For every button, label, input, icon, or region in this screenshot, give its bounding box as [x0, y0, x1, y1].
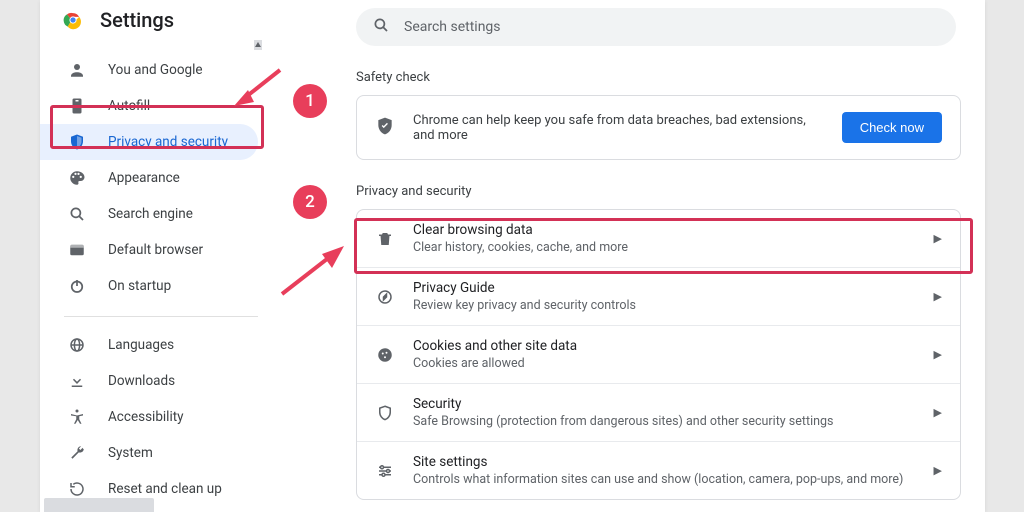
row-site-settings[interactable]: Site settings Controls what information …: [357, 441, 960, 499]
sidebar: You and Google Autofill Privacy and secu…: [40, 44, 258, 507]
row-title: Site settings: [413, 454, 916, 470]
sidebar-item-label: Default browser: [108, 242, 203, 258]
row-security[interactable]: Security Safe Browsing (protection from …: [357, 383, 960, 441]
trash-icon: [375, 229, 395, 249]
header: Settings: [62, 8, 174, 32]
check-now-button[interactable]: Check now: [842, 112, 942, 143]
safety-check-text: Chrome can help keep you safe from data …: [413, 113, 824, 143]
sidebar-item-system[interactable]: System: [40, 435, 258, 471]
row-subtitle: Controls what information sites can use …: [413, 472, 916, 487]
chrome-logo-icon: [62, 9, 84, 31]
sidebar-item-label: Privacy and security: [108, 134, 228, 150]
sidebar-item-label: Reset and clean up: [108, 481, 222, 497]
sidebar-item-on-startup[interactable]: On startup: [40, 268, 258, 304]
page-title: Settings: [100, 8, 174, 32]
shield-check-icon: [375, 116, 395, 140]
row-subtitle: Cookies are allowed: [413, 356, 916, 371]
accessibility-icon: [68, 408, 86, 426]
sidebar-item-label: Search engine: [108, 206, 193, 222]
sidebar-item-downloads[interactable]: Downloads: [40, 363, 258, 399]
sidebar-item-label: Downloads: [108, 373, 175, 389]
safety-check-card: Chrome can help keep you safe from data …: [356, 95, 961, 160]
sidebar-item-default-browser[interactable]: Default browser: [40, 232, 258, 268]
sidebar-item-appearance[interactable]: Appearance: [40, 160, 258, 196]
status-bar-fragment: [44, 498, 154, 512]
row-clear-browsing-data[interactable]: Clear browsing data Clear history, cooki…: [357, 210, 960, 267]
sidebar-item-label: Languages: [108, 337, 174, 353]
globe-icon: [68, 336, 86, 354]
clipboard-icon: [68, 97, 86, 115]
browser-icon: [68, 241, 86, 259]
sidebar-item-label: Autofill: [108, 98, 150, 114]
row-cookies[interactable]: Cookies and other site data Cookies are …: [357, 325, 960, 383]
download-icon: [68, 372, 86, 390]
chevron-right-icon: ▶: [934, 232, 942, 245]
safety-check-heading: Safety check: [356, 70, 976, 85]
tune-icon: [375, 461, 395, 481]
restore-icon: [68, 480, 86, 498]
row-subtitle: Safe Browsing (protection from dangerous…: [413, 414, 916, 429]
row-privacy-guide[interactable]: Privacy Guide Review key privacy and sec…: [357, 267, 960, 325]
chevron-right-icon: ▶: [934, 406, 942, 419]
palette-icon: [68, 169, 86, 187]
sidebar-item-you-and-google[interactable]: You and Google: [40, 52, 258, 88]
cookie-icon: [375, 345, 395, 365]
sidebar-item-label: Accessibility: [108, 409, 184, 425]
sidebar-item-languages[interactable]: Languages: [40, 327, 258, 363]
sidebar-divider: [64, 316, 258, 317]
search-icon: [372, 16, 390, 38]
shield-icon: [68, 133, 86, 151]
wrench-icon: [68, 444, 86, 462]
settings-window: Settings You and Google Autofill Privacy…: [40, 0, 985, 512]
main-content: Search settings Safety check Chrome can …: [356, 0, 984, 500]
sidebar-item-label: Appearance: [108, 170, 180, 186]
person-icon: [68, 61, 86, 79]
sidebar-item-accessibility[interactable]: Accessibility: [40, 399, 258, 435]
shield-outline-icon: [375, 403, 395, 423]
chevron-right-icon: ▶: [934, 290, 942, 303]
sidebar-item-label: On startup: [108, 278, 171, 294]
power-icon: [68, 277, 86, 295]
sidebar-item-label: You and Google: [108, 62, 203, 78]
row-title: Cookies and other site data: [413, 338, 916, 354]
sidebar-item-label: System: [108, 445, 153, 461]
search-placeholder: Search settings: [404, 19, 501, 35]
search-input[interactable]: Search settings: [356, 8, 956, 46]
sidebar-item-search-engine[interactable]: Search engine: [40, 196, 258, 232]
row-title: Privacy Guide: [413, 280, 916, 296]
privacy-card: Clear browsing data Clear history, cooki…: [356, 209, 961, 500]
row-title: Security: [413, 396, 916, 412]
privacy-heading: Privacy and security: [356, 184, 976, 199]
sidebar-item-privacy-security[interactable]: Privacy and security: [40, 124, 258, 160]
row-subtitle: Review key privacy and security controls: [413, 298, 916, 313]
chevron-right-icon: ▶: [934, 464, 942, 477]
search-icon: [68, 205, 86, 223]
compass-icon: [375, 287, 395, 307]
chevron-right-icon: ▶: [934, 348, 942, 361]
row-title: Clear browsing data: [413, 222, 916, 238]
sidebar-item-autofill[interactable]: Autofill: [40, 88, 258, 124]
row-subtitle: Clear history, cookies, cache, and more: [413, 240, 916, 255]
